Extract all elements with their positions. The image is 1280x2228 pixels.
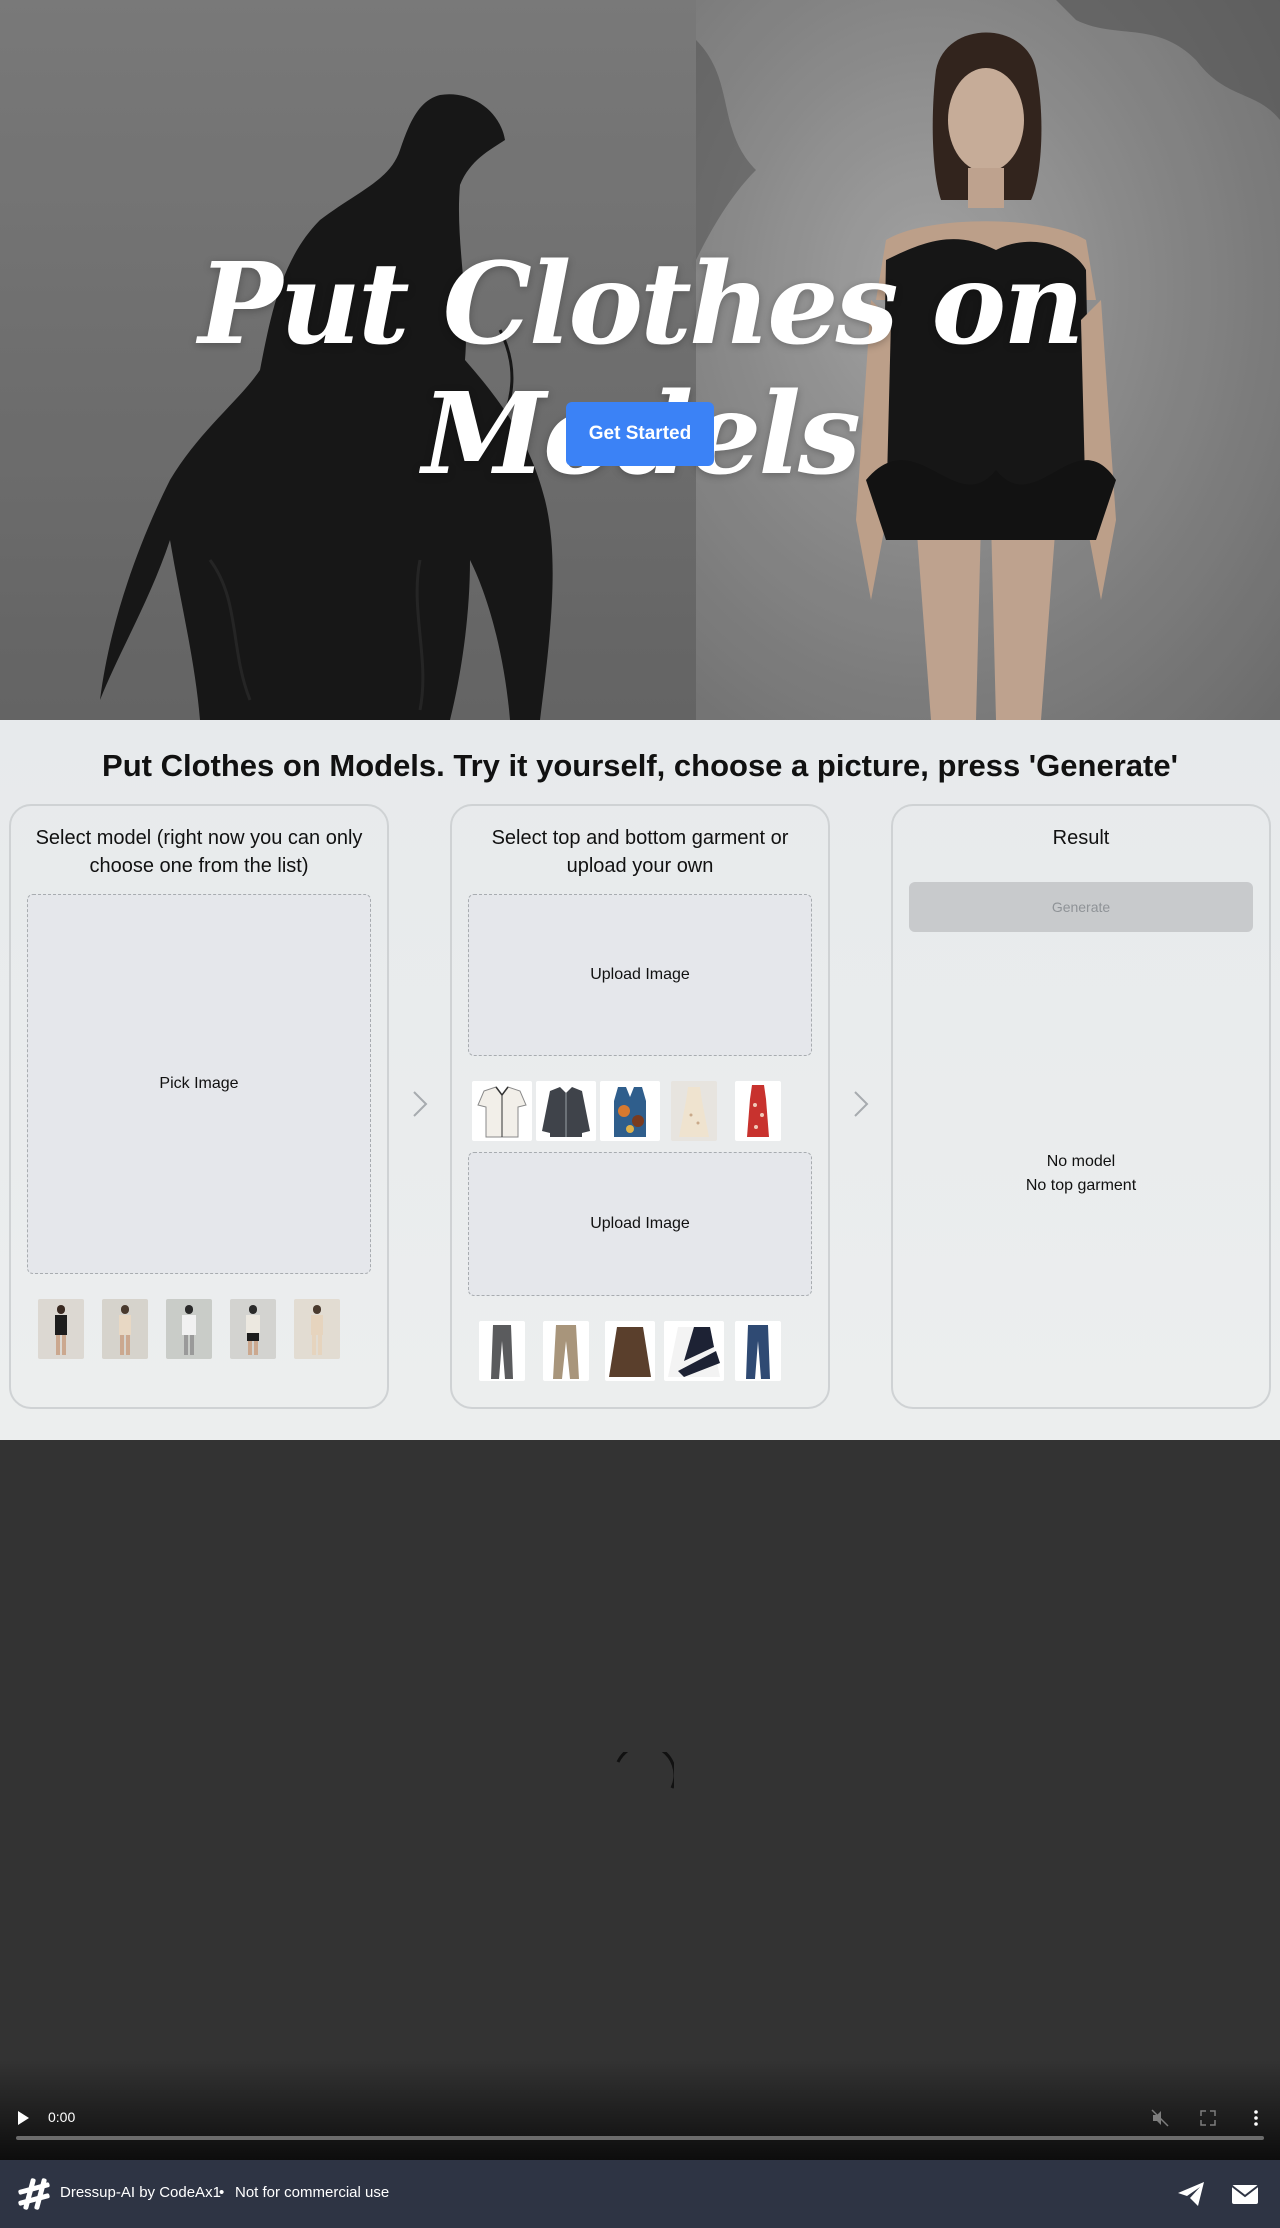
model-thumbnail[interactable] xyxy=(29,1298,93,1360)
top-garment-upload-dropzone[interactable]: Upload Image xyxy=(468,894,812,1056)
video-controls-bar xyxy=(0,2060,1280,2160)
model-thumbnail[interactable] xyxy=(157,1298,221,1360)
video-time: 0:00 xyxy=(48,2109,76,2125)
status-no-model: No model xyxy=(1046,1153,1116,1170)
mail-icon[interactable] xyxy=(1230,2180,1260,2208)
telegram-icon[interactable] xyxy=(1176,2180,1206,2208)
chevron-right-icon xyxy=(854,1091,869,1117)
garment-card: Select top and bottom garment or upload … xyxy=(450,804,830,1409)
status-no-top-garment: No top garment xyxy=(1025,1177,1137,1194)
chevron-right-icon xyxy=(413,1091,428,1117)
bottom-garment-thumbnail[interactable] xyxy=(726,1320,790,1382)
garment-card-title: Select top and bottom garment or upload … xyxy=(491,827,789,877)
top-upload-label: Upload Image xyxy=(590,966,690,983)
model-thumbnail[interactable] xyxy=(285,1298,349,1360)
play-icon[interactable] xyxy=(16,2110,30,2126)
mute-icon[interactable] xyxy=(1150,2108,1170,2128)
beige-trousers-icon xyxy=(553,1325,579,1379)
top-garment-thumbnail[interactable] xyxy=(470,1080,534,1142)
fullscreen-icon[interactable] xyxy=(1198,2108,1218,2128)
model-thumbnails xyxy=(29,1298,349,1360)
demo-heading: Put Clothes on Models. Try it yourself, … xyxy=(102,748,1178,783)
model-card: Select model (right now you can only cho… xyxy=(9,804,389,1409)
grey-cardigan-icon xyxy=(542,1087,590,1137)
bottom-garment-thumbnail[interactable] xyxy=(598,1320,662,1382)
model-thumb-figure xyxy=(246,1305,260,1355)
model-thumb-figure xyxy=(55,1305,67,1355)
top-garment-thumbnail[interactable] xyxy=(726,1080,790,1142)
hashtag-logo-icon xyxy=(18,2178,50,2210)
model-thumb-figure xyxy=(311,1305,323,1355)
red-floral-dress-icon xyxy=(747,1085,769,1137)
top-garment-thumbnail[interactable] xyxy=(662,1080,726,1142)
top-garment-thumbnails xyxy=(470,1080,790,1142)
bottom-garment-thumbnail[interactable] xyxy=(470,1320,534,1382)
blue-jeans-icon xyxy=(746,1325,770,1379)
patterned-vest-icon xyxy=(614,1087,646,1137)
brown-leather-skirt-icon xyxy=(609,1327,651,1377)
pick-image-label: Pick Image xyxy=(159,1075,239,1092)
result-status: No model No top garment xyxy=(893,1150,1269,1198)
grey-trousers-icon xyxy=(491,1325,513,1379)
more-options-icon[interactable] xyxy=(1246,2108,1266,2128)
result-card: Result Generate No model No top garment xyxy=(891,804,1271,1409)
get-started-button[interactable]: Get Started xyxy=(566,402,714,466)
bottom-garment-thumbnail[interactable] xyxy=(662,1320,726,1382)
generate-button[interactable]: Generate xyxy=(909,882,1253,932)
demo-section: Put Clothes on Models. Try it yourself, … xyxy=(0,720,1280,1440)
footer-separator: • xyxy=(219,2184,225,2201)
hero-section: Put Clothes on Models Get Started xyxy=(0,0,1280,720)
model-thumbnail[interactable] xyxy=(93,1298,157,1360)
bottom-upload-label: Upload Image xyxy=(590,1215,690,1232)
cream-dress-icon xyxy=(679,1087,709,1137)
bottom-garment-thumbnail[interactable] xyxy=(534,1320,598,1382)
bottom-garment-thumbnails xyxy=(470,1320,790,1382)
white-shirt-icon xyxy=(477,1086,527,1138)
video-progress-bar[interactable] xyxy=(16,2136,1264,2140)
model-thumb-figure xyxy=(182,1305,196,1355)
model-thumb-figure xyxy=(119,1305,131,1355)
result-card-title: Result xyxy=(1052,827,1110,849)
footer: Dressup-AI by CodeAx1 • Not for commerci… xyxy=(0,2160,1280,2228)
model-thumbnail[interactable] xyxy=(221,1298,285,1360)
top-garment-thumbnail[interactable] xyxy=(534,1080,598,1142)
video-player[interactable]: 0:00 xyxy=(0,1440,1280,2160)
striped-skirt-icon xyxy=(668,1327,720,1377)
pick-image-dropzone[interactable]: Pick Image xyxy=(27,894,371,1274)
loading-spinner-icon xyxy=(616,1752,674,1789)
footer-note: Not for commercial use xyxy=(235,2184,390,2201)
top-garment-thumbnail[interactable] xyxy=(598,1080,662,1142)
model-card-title: Select model (right now you can only cho… xyxy=(35,827,363,877)
bottom-garment-upload-dropzone[interactable]: Upload Image xyxy=(468,1152,812,1296)
footer-brand: Dressup-AI by CodeAx1 xyxy=(60,2184,221,2201)
